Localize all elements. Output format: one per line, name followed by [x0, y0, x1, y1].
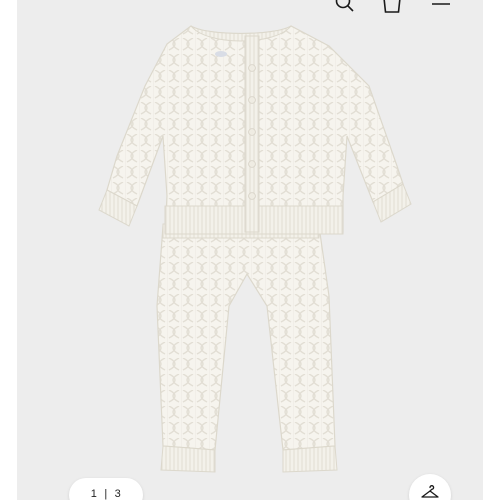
- product-image[interactable]: [97, 6, 427, 476]
- page-separator: |: [104, 488, 108, 500]
- menu-icon[interactable]: [430, 0, 452, 14]
- knit-pants: [156, 223, 338, 473]
- knit-cardigan: [98, 25, 412, 235]
- image-pager[interactable]: 1 | 3: [69, 478, 143, 500]
- size-guide-button[interactable]: [409, 474, 451, 500]
- product-gallery: 1 | 3: [17, 0, 483, 500]
- hanger-icon: [421, 485, 439, 498]
- knit-set-illustration: [98, 25, 412, 473]
- total-pages: 3: [114, 488, 122, 500]
- current-page: 1: [90, 488, 98, 500]
